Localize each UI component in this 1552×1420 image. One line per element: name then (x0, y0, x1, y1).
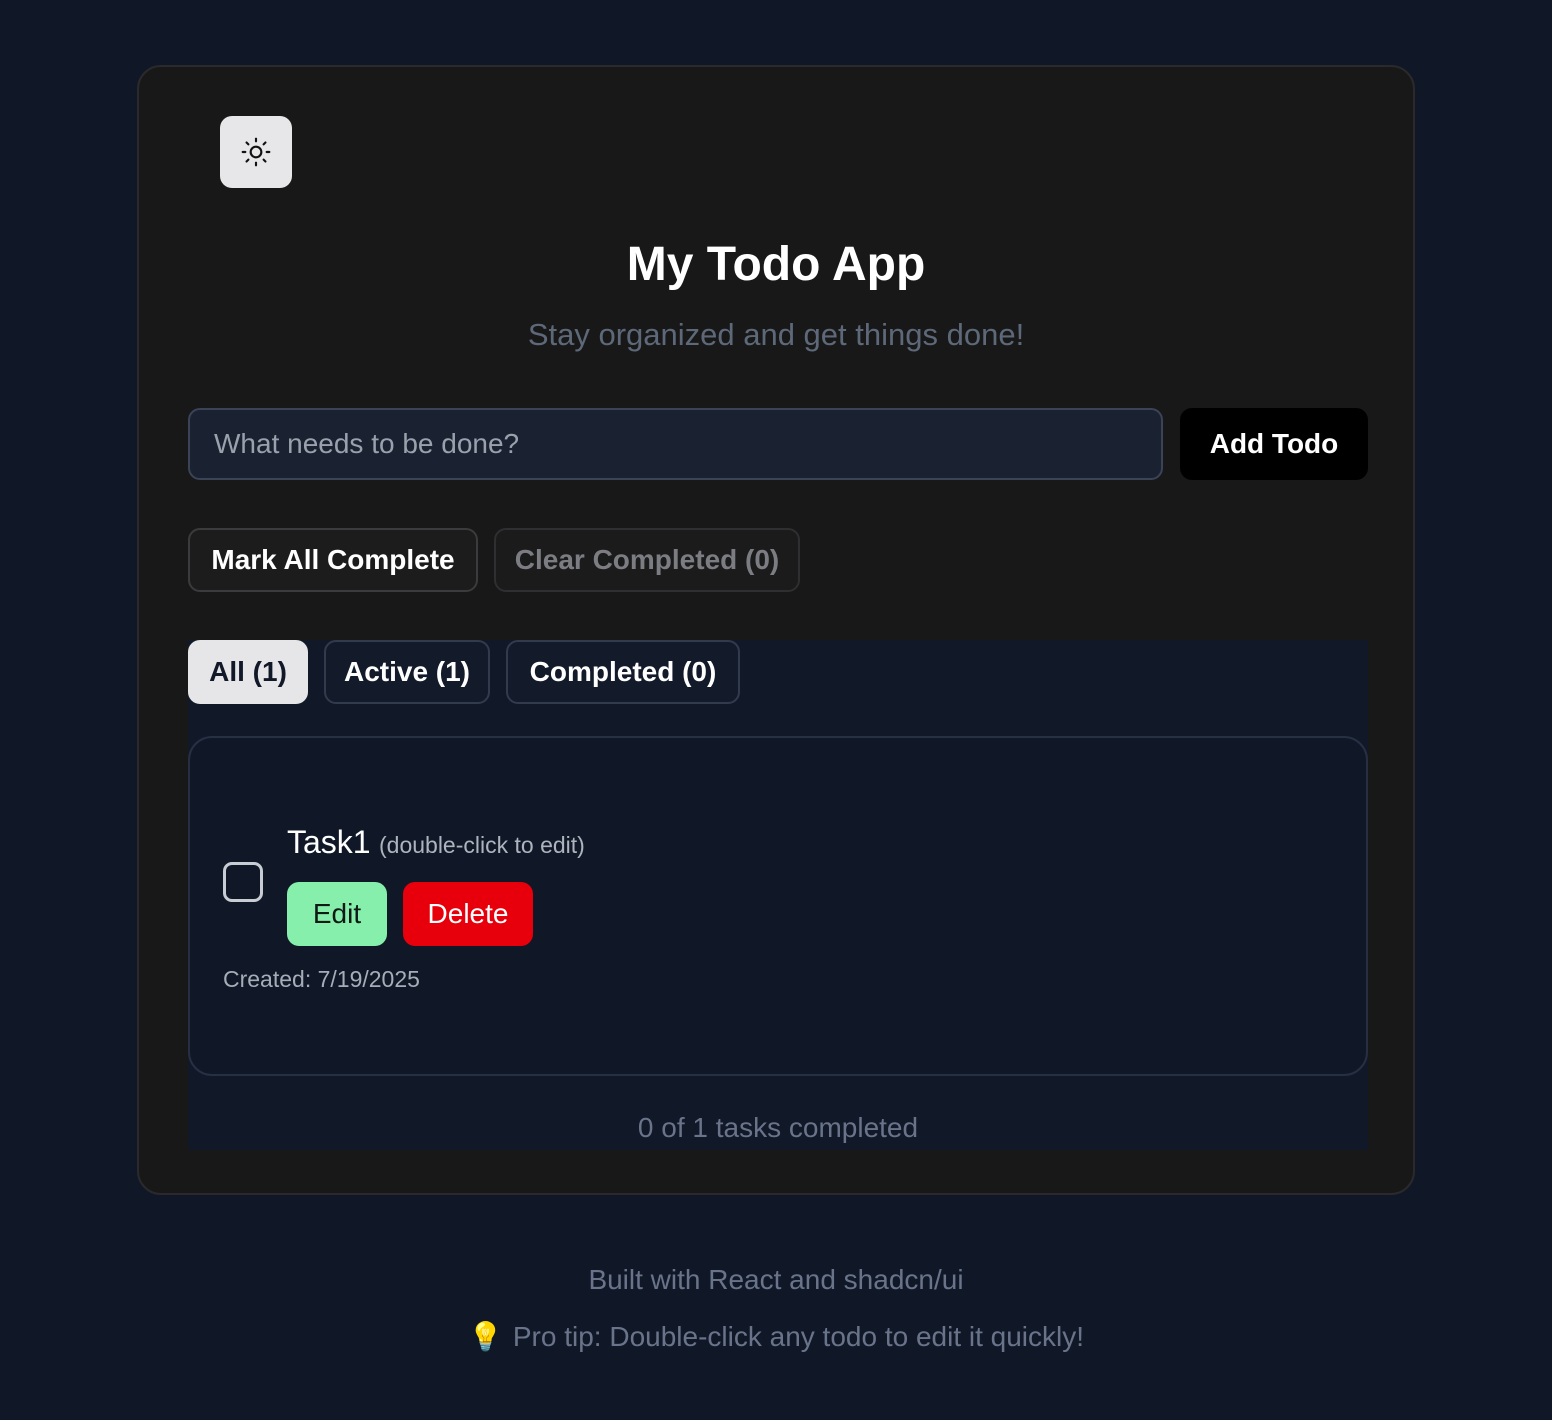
list-item: Task1 (double-click to edit) Edit Delete… (188, 736, 1368, 1076)
footer-tip-text: Pro tip: Double-click any todo to edit i… (512, 1321, 1085, 1352)
page-title: My Todo App (626, 238, 926, 291)
edit-button[interactable]: Edit (287, 882, 387, 946)
todo-text[interactable]: Task1 (287, 824, 371, 861)
created-date: Created: 7/19/2025 (223, 966, 420, 992)
clear-completed-button[interactable]: Clear Completed (0) (494, 528, 800, 592)
tab-all[interactable]: All (1) (188, 640, 308, 704)
page-subtitle: Stay organized and get things done! (527, 317, 1025, 352)
tab-completed[interactable]: Completed (0) (506, 640, 740, 704)
footer-built-with: Built with React and shadcn/ui (588, 1264, 964, 1295)
theme-toggle-button[interactable] (220, 116, 292, 188)
new-todo-input[interactable] (188, 408, 1163, 480)
add-todo-button[interactable]: Add Todo (1180, 408, 1368, 480)
sun-icon (241, 137, 271, 167)
delete-button[interactable]: Delete (403, 882, 533, 946)
mark-all-complete-button[interactable]: Mark All Complete (188, 528, 478, 592)
todo-card-container: My Todo App Stay organized and get thing… (137, 65, 1415, 1195)
todo-checkbox[interactable] (223, 862, 263, 902)
todo-edit-hint: (double-click to edit) (379, 832, 585, 858)
completion-summary: 0 of 1 tasks completed (637, 1112, 919, 1143)
footer-tip: 💡 Pro tip: Double-click any todo to edit … (0, 1320, 1552, 1353)
tab-panel: All (1) Active (1) Completed (0) Task1 (… (188, 640, 1368, 1150)
lightbulb-icon: 💡 (467, 1321, 503, 1352)
tab-active[interactable]: Active (1) (324, 640, 490, 704)
